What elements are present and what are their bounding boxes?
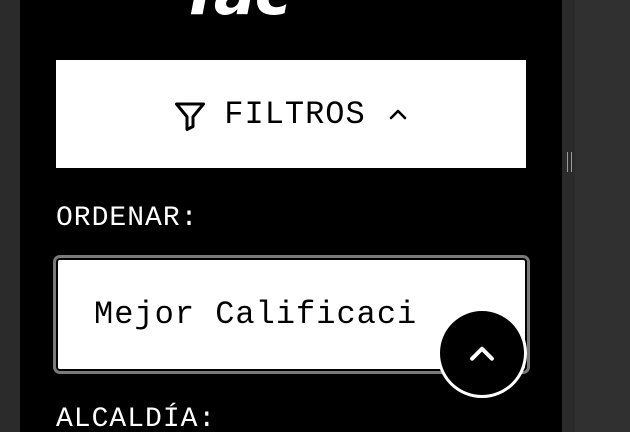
brand-logo: Tac [180, 0, 292, 24]
chevron-up-icon [389, 109, 407, 120]
right-pane [575, 0, 630, 432]
filters-label: FILTROS [224, 95, 366, 133]
sort-label: ORDENAR: [56, 203, 199, 234]
sort-selected-value: Mejor Calificaci [94, 296, 418, 333]
resize-handle[interactable] [567, 152, 572, 172]
funnel-icon [175, 102, 206, 131]
scroll-to-top-button[interactable] [437, 308, 527, 398]
chevron-up-icon [470, 346, 494, 361]
district-label: ALCALDÍA: [56, 404, 217, 432]
page-gutter-left [0, 0, 20, 432]
filters-toggle-button[interactable]: FILTROS [56, 60, 526, 168]
